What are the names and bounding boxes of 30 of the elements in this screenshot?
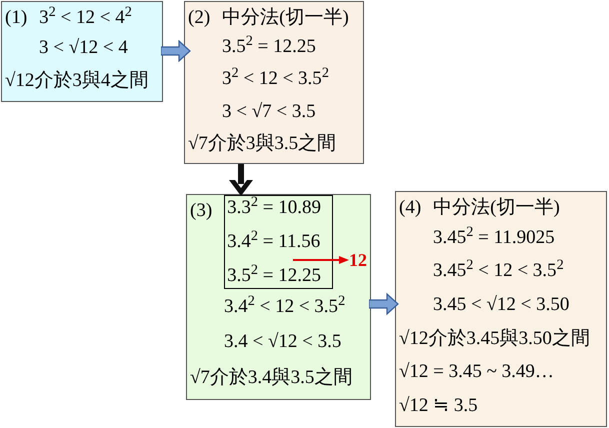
pointer-arrow-icon bbox=[293, 256, 349, 264]
pointer-label: 12 bbox=[349, 250, 367, 270]
math-line: 3.45 < √12 < 3.50 bbox=[432, 293, 570, 318]
square-line: 3.3$^{2}$ = 10.89 bbox=[227, 196, 321, 220]
step-title: 中分法(切一半) bbox=[433, 196, 560, 220]
step-title: 中分法(切一半) bbox=[222, 6, 349, 30]
math-line: √12介於3.45與3.50之間 bbox=[399, 326, 590, 351]
math-line: 3 < √12 < 4 bbox=[38, 36, 128, 60]
math-line: 3.45$^{2}$ < 12 < 3.5$^{2}$ bbox=[432, 259, 564, 284]
math-line: √12 ≒ 3.5 bbox=[399, 394, 478, 418]
step-label: (3) bbox=[190, 199, 212, 223]
math-line: 3$^{2}$ < 12 < 3.5$^{2}$ bbox=[221, 67, 329, 92]
math-line: 3.5$^{2}$ = 12.25 bbox=[221, 35, 316, 60]
step-label: (2) bbox=[188, 6, 210, 30]
down-arrow-icon bbox=[228, 164, 254, 198]
math-line: 3.4 < √12 < 3.5 bbox=[223, 330, 342, 354]
step-label: (1) bbox=[5, 6, 28, 30]
math-line: √12介於3與4之間 bbox=[5, 69, 148, 94]
square-line: 3.5$^{2}$ = 12.25 bbox=[227, 264, 321, 288]
math-line: 3.45$^{2}$ = 11.9025 bbox=[432, 226, 555, 250]
math-line: √7介於3與3.5之間 bbox=[188, 132, 336, 156]
square-line: 3.4$^{2}$ = 11.56 bbox=[227, 230, 320, 254]
step-title: 3$^{2}$ < 12 < 4$^{2}$ bbox=[39, 5, 132, 30]
math-line: 3.4$^{2}$ < 12 < 3.5$^{2}$ bbox=[223, 294, 346, 319]
math-line: 3 < √7 < 3.5 bbox=[221, 100, 316, 124]
math-line: √12 = 3.45 ~ 3.49… bbox=[399, 360, 554, 384]
math-line: √7介於3.4與3.5之間 bbox=[190, 366, 352, 390]
right-arrow-icon bbox=[161, 40, 191, 62]
step-label: (4) bbox=[399, 196, 422, 220]
right-arrow-icon bbox=[369, 293, 399, 315]
